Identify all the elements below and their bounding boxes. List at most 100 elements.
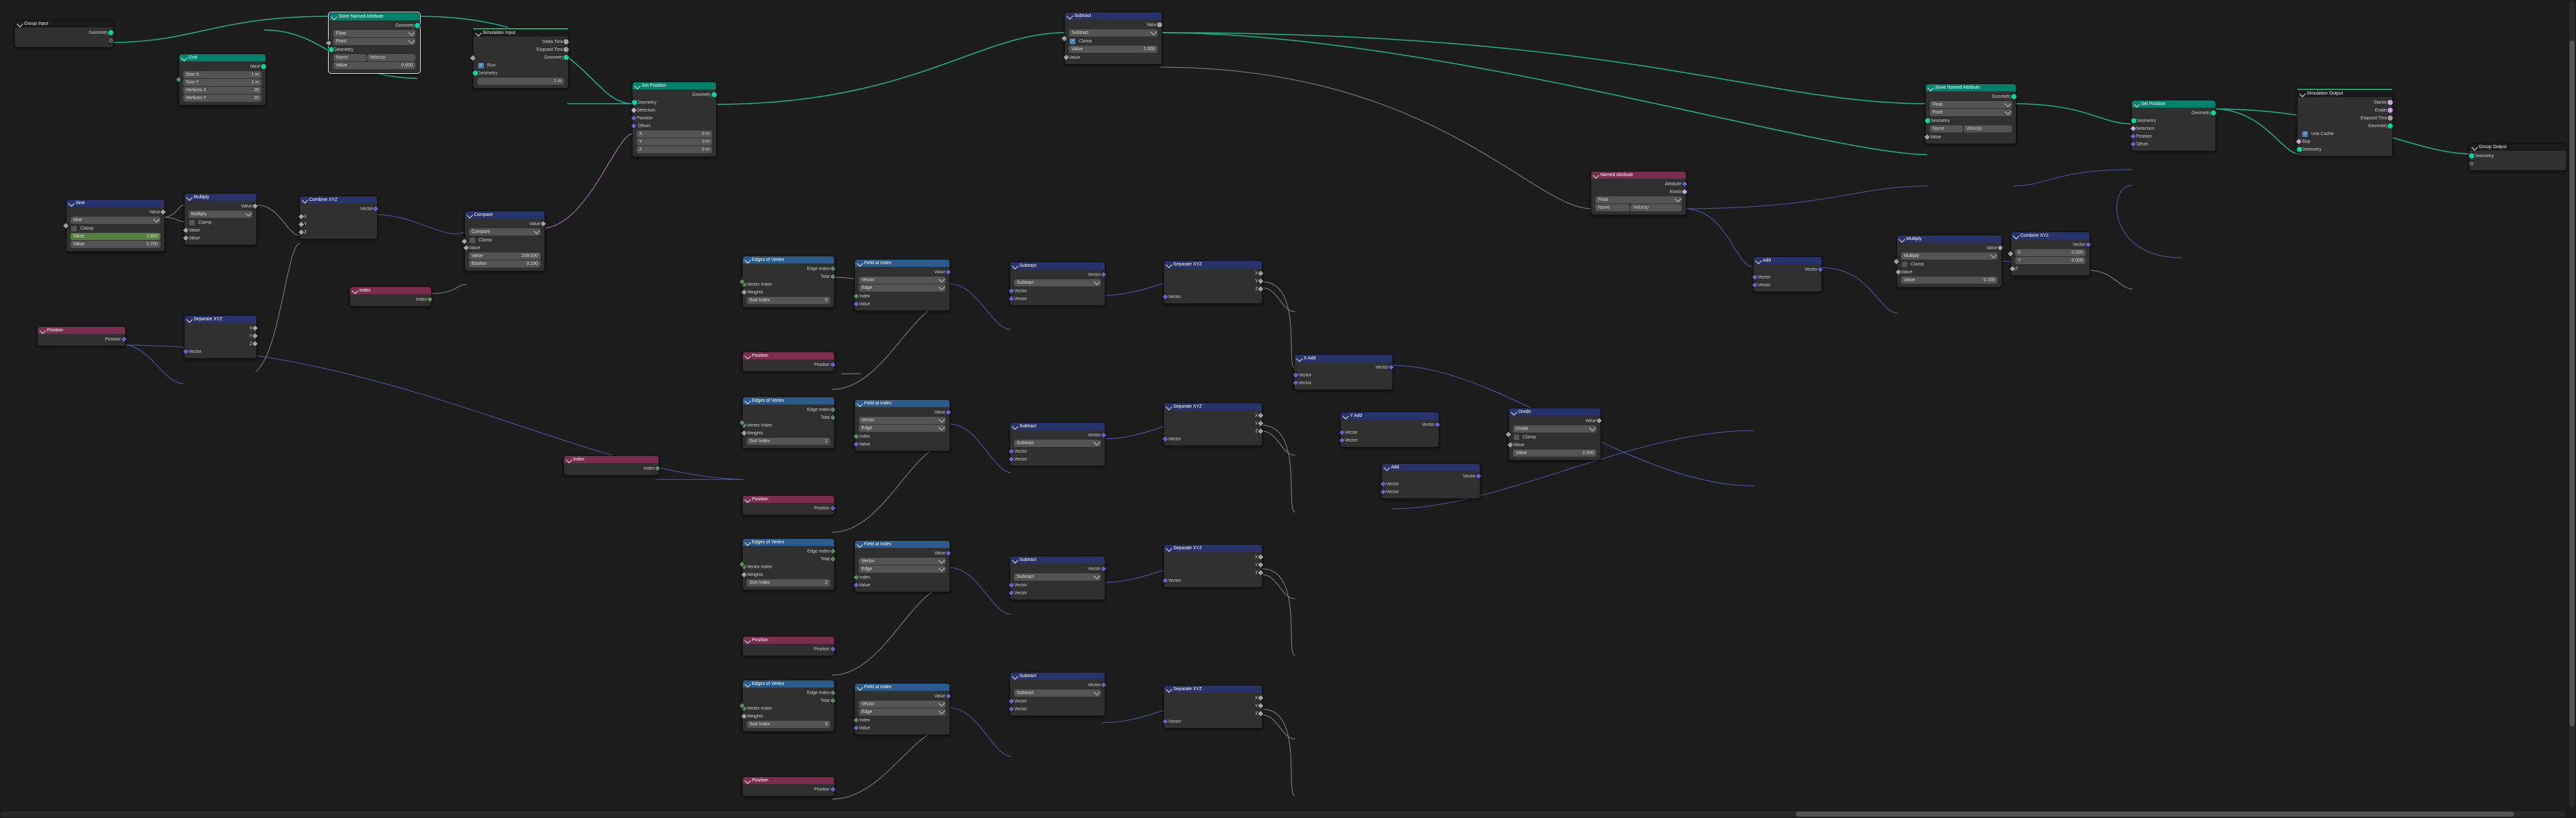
vector-add-node-1[interactable]: Add Vector Vector Vector: [1753, 256, 1822, 292]
size-y-field[interactable]: Size Y1 m: [183, 79, 262, 86]
node-header[interactable]: Position: [38, 327, 125, 334]
node-header[interactable]: Store Named Attribute: [1926, 84, 2016, 91]
position-node-4[interactable]: Position Position: [742, 776, 835, 796]
name-field[interactable]: Name Velocity: [1595, 204, 1682, 211]
set-position-node-1[interactable]: Set Position Geometry Geometry Selection…: [632, 82, 717, 157]
vector-subtract-node-1[interactable]: Subtract Vector Subtract Vector Vector: [1010, 262, 1105, 306]
horizontal-scrollbar[interactable]: [0, 811, 2566, 817]
x-field[interactable]: X0.000: [2015, 249, 2086, 256]
index-node-big[interactable]: Index Index: [563, 455, 659, 476]
node-header[interactable]: Simulation Input: [473, 29, 568, 37]
grid-node[interactable]: Grid Mesh Size X1 m Size Y1 m Vertices X…: [179, 53, 266, 106]
node-header[interactable]: Set Position: [2132, 100, 2215, 108]
edges-of-vertex-node-2[interactable]: Edges of Vertex Edge Index Total Vertex …: [742, 397, 835, 449]
simulation-input-node[interactable]: Simulation Input Delta Time Elapsed Time…: [473, 27, 569, 89]
node-header[interactable]: Add: [1754, 257, 1821, 264]
group-output-node[interactable]: Group Output Geometry: [2469, 143, 2567, 171]
node-header[interactable]: Combine XYZ: [300, 196, 377, 204]
store-named-attribute-node-2[interactable]: Store Named Attribute Geometry Float Poi…: [1925, 83, 2016, 144]
offset-y[interactable]: Y0 m: [637, 138, 712, 145]
clamp-checkbox[interactable]: Clamp: [467, 236, 543, 244]
node-header[interactable]: Separate XYZ: [185, 316, 256, 323]
named-attribute-node[interactable]: Named Attribute Attribute Exists Float N…: [1591, 171, 1686, 215]
run-checkbox[interactable]: Run: [475, 61, 566, 69]
node-header[interactable]: Multiply: [1897, 235, 2001, 243]
combine-xyz-node-left[interactable]: Combine XYZ Vector X Y Z: [299, 196, 378, 239]
divide-node[interactable]: Divide Value Divide Clamp Value Value2.0…: [1508, 408, 1601, 461]
field-at-index-node-4[interactable]: Field at Index Value Vector Edge Index V…: [854, 683, 950, 735]
size-x-field[interactable]: Size X1 m: [183, 71, 262, 78]
domain-dropdown[interactable]: Point: [333, 38, 415, 45]
vector-subtract-node-3[interactable]: Subtract Vector Subtract Vector Vector: [1010, 556, 1105, 600]
node-header[interactable]: Index: [350, 287, 431, 294]
multiply-node-right[interactable]: Multiply Value Multiply Clamp Value Valu…: [1896, 235, 2002, 288]
group-input-node[interactable]: Group Input Geometry: [14, 20, 113, 48]
node-header[interactable]: Sine: [67, 200, 164, 207]
node-header[interactable]: Simulation Output: [2298, 90, 2392, 97]
set-position-node-2[interactable]: Set Position Geometry Geometry Selection…: [2131, 100, 2216, 151]
node-header[interactable]: Separate XYZ: [1164, 261, 1262, 268]
edges-of-vertex-node-1[interactable]: Edges of Vertex Edge Index Total Vertex …: [742, 256, 835, 308]
epsilon[interactable]: Epsilon0.100: [469, 260, 541, 267]
value-a[interactable]: Value1.000: [1069, 46, 1158, 53]
value-b[interactable]: Value0.200: [70, 241, 160, 248]
node-header[interactable]: Edges of Vertex: [743, 256, 834, 264]
name-field[interactable]: Name Velocity: [1930, 125, 2012, 132]
edges-of-vertex-node-3[interactable]: Edges of Vertex Edge Index Total Vertex …: [742, 538, 835, 590]
subtract-node-top[interactable]: Subtract Value Subtract Clamp Value1.000…: [1064, 12, 1162, 65]
combine-xyz-node-right[interactable]: Combine XYZ Vector X0.000 Y0.000 Z: [2011, 232, 2090, 276]
position-node-3[interactable]: Position Position: [742, 636, 835, 656]
vertices-y-field[interactable]: Vertices Y20: [183, 95, 262, 102]
index-node-small[interactable]: Index Index: [350, 286, 432, 307]
node-header[interactable]: Field at Index: [855, 260, 950, 267]
clamp-checkbox[interactable]: Clamp: [1067, 37, 1160, 45]
vertical-scrollbar[interactable]: [2569, 0, 2575, 808]
sort-index[interactable]: Sort Index0: [747, 297, 830, 304]
value-b[interactable]: Value209.000: [469, 252, 541, 260]
compare-node[interactable]: Compare Value Compare Clamp Value Value2…: [464, 211, 545, 271]
node-header[interactable]: Named Attribute: [1591, 172, 1686, 179]
offset-z[interactable]: Z0 m: [637, 146, 712, 153]
vertices-x-field[interactable]: Vertices X20: [183, 87, 262, 94]
op-dropdown[interactable]: Sine: [70, 217, 160, 224]
separate-xyz-node-3[interactable]: Separate XYZ X Y Z Vector: [1163, 544, 1263, 588]
op-dropdown[interactable]: Multiply: [1901, 252, 1998, 260]
separate-xyz-node-4[interactable]: Separate XYZ X Y Z Vector: [1163, 685, 1263, 729]
vector-subtract-node-2[interactable]: Subtract Vector Subtract Vector Vector: [1010, 422, 1105, 466]
name-field[interactable]: Name Velocity: [333, 54, 415, 61]
vector-subtract-node-4[interactable]: Subtract Vector Subtract Vector Vector: [1010, 672, 1105, 716]
field-at-index-node-3[interactable]: Field at Index Value Vector Edge Index V…: [854, 540, 950, 592]
sine-node[interactable]: Sine Value Sine Clamp Value2.800 Value0.…: [66, 199, 165, 252]
field-at-index-node-1[interactable]: Field at Index Value Vector Edge Index V…: [854, 259, 950, 311]
clamp-checkbox[interactable]: Clamp: [68, 224, 162, 232]
edges-of-vertex-node-4[interactable]: Edges of Vertex Edge Index Total Vertex …: [742, 680, 835, 732]
node-header[interactable]: Multiply: [185, 194, 256, 201]
node-header[interactable]: Set Position: [633, 82, 716, 89]
store-named-attribute-node-1[interactable]: Store Named Attribute Geometry Float Poi…: [329, 12, 420, 73]
node-header[interactable]: Subtract: [1065, 12, 1161, 20]
op-dropdown[interactable]: Compare: [469, 228, 541, 235]
separate-xyz-node-1[interactable]: Separate XYZ X Y Z Vector: [1163, 260, 1263, 304]
value-field[interactable]: Value0.000: [333, 62, 415, 69]
node-header[interactable]: Compare: [465, 211, 545, 219]
y-field[interactable]: Y0.000: [2015, 257, 2086, 264]
separate-xyz-node-2[interactable]: Separate XYZ X Y Z Vector: [1163, 402, 1263, 446]
type-dropdown[interactable]: Float: [1595, 196, 1682, 204]
value-a[interactable]: Value2.800: [70, 233, 160, 240]
y-add-node[interactable]: Y Add Vector Vector Vector: [1340, 412, 1439, 447]
node-header[interactable]: Group Input: [15, 20, 113, 27]
type-dropdown[interactable]: Float: [333, 30, 415, 37]
position-node-1[interactable]: Position Position: [742, 352, 835, 372]
op-dropdown[interactable]: Subtract: [1069, 29, 1158, 37]
node-header[interactable]: Subtract: [1010, 262, 1105, 269]
separate-xyz-node-left[interactable]: Separate XYZ X Y Z Vector: [184, 315, 257, 359]
clamp-checkbox[interactable]: Clamp: [187, 219, 254, 226]
node-header[interactable]: Combine XYZ: [2011, 232, 2089, 239]
x-add-node[interactable]: X Add Vector Vector Vector: [1294, 354, 1393, 390]
op-dropdown[interactable]: Multiply: [188, 211, 252, 218]
add-node[interactable]: Add Vector Vector Vector: [1381, 463, 1480, 499]
multiply-node-left[interactable]: Multiply Value Multiply Clamp Value Valu…: [184, 193, 257, 245]
node-header[interactable]: Position: [743, 352, 834, 359]
use-cache-checkbox[interactable]: Use Cache: [2299, 130, 2390, 138]
node-header[interactable]: Index: [564, 456, 659, 463]
